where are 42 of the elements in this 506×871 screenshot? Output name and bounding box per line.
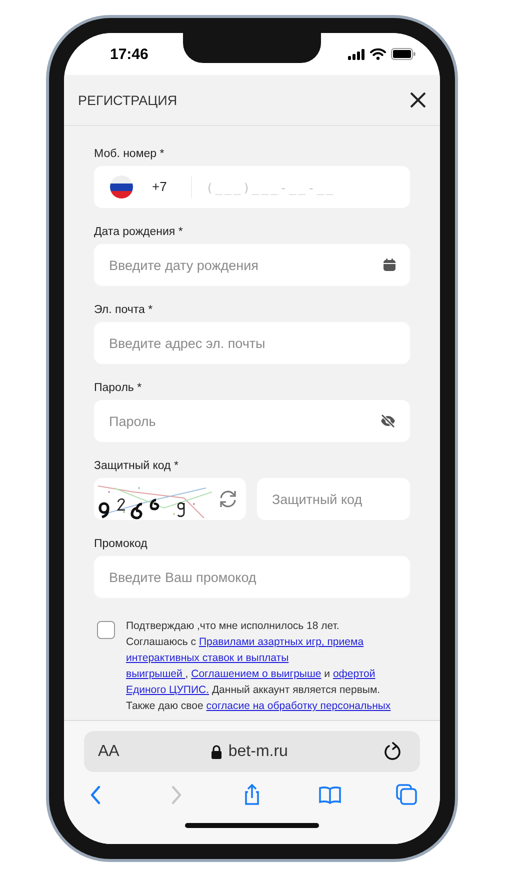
book-icon[interactable] <box>316 784 342 806</box>
refresh-captcha-button[interactable] <box>218 490 238 508</box>
calendar-icon[interactable] <box>383 258 396 272</box>
consent-text: Подтверждаю ,что мне исполнилось 18 лет. <box>126 620 340 632</box>
consent-text: Также даю свое <box>126 700 204 712</box>
close-button[interactable] <box>410 92 426 108</box>
page-url: bet-m.ru <box>228 742 288 760</box>
field-label: Пароль * <box>94 381 143 396</box>
link[interactable]: согласие на обработку персональных <box>206 700 391 712</box>
password-field[interactable]: Пароль <box>94 400 410 442</box>
captcha-input-field[interactable]: Защитный код <box>257 478 410 520</box>
field-label: Моб. номер * <box>94 147 166 162</box>
link[interactable]: офертой <box>332 668 376 680</box>
field-label: Дата рождения * <box>94 225 184 240</box>
consent-text: Соглашаюсь с <box>126 636 198 648</box>
field-label: Защитный код * <box>94 459 180 474</box>
country-code: +7 <box>152 179 168 194</box>
consent-text: и <box>323 668 332 680</box>
clock-time: 17:46 <box>110 46 148 62</box>
birth-date-field[interactable]: Введите дату рождения <box>94 244 410 286</box>
field-label: Эл. почта * <box>94 303 154 318</box>
address-bar[interactable]: AA bet-m.ru <box>84 731 420 772</box>
signal-icon <box>348 48 365 60</box>
lock-icon <box>211 744 222 758</box>
dialog-title: РЕГИСТРАЦИЯ <box>78 92 178 108</box>
link[interactable]: интерактивных ставок и выплаты <box>126 652 289 664</box>
promo-code-field[interactable]: Введите Ваш промокод <box>94 556 410 598</box>
link[interactable]: Правилами азартных игр, приема <box>198 636 364 648</box>
tabs-icon[interactable] <box>394 784 420 806</box>
battery-icon <box>391 48 416 60</box>
russia-flag-icon[interactable] <box>110 176 133 198</box>
link[interactable]: выигрышей <box>126 668 186 680</box>
consent-text: Данный аккаунт является первым. <box>210 684 380 696</box>
field-label: Промокод <box>94 537 148 552</box>
wifi-icon <box>370 48 386 60</box>
text-size-button[interactable]: AA <box>98 742 120 760</box>
link[interactable]: Единого ЦУПИС. <box>126 684 210 696</box>
consent-checkbox[interactable] <box>97 621 115 639</box>
email-field[interactable]: Введите адрес эл. почты <box>94 322 410 364</box>
eye-slash-icon[interactable] <box>380 414 396 428</box>
link[interactable]: Соглашением о выигрыше <box>191 668 322 680</box>
consent-text: , <box>185 668 190 680</box>
